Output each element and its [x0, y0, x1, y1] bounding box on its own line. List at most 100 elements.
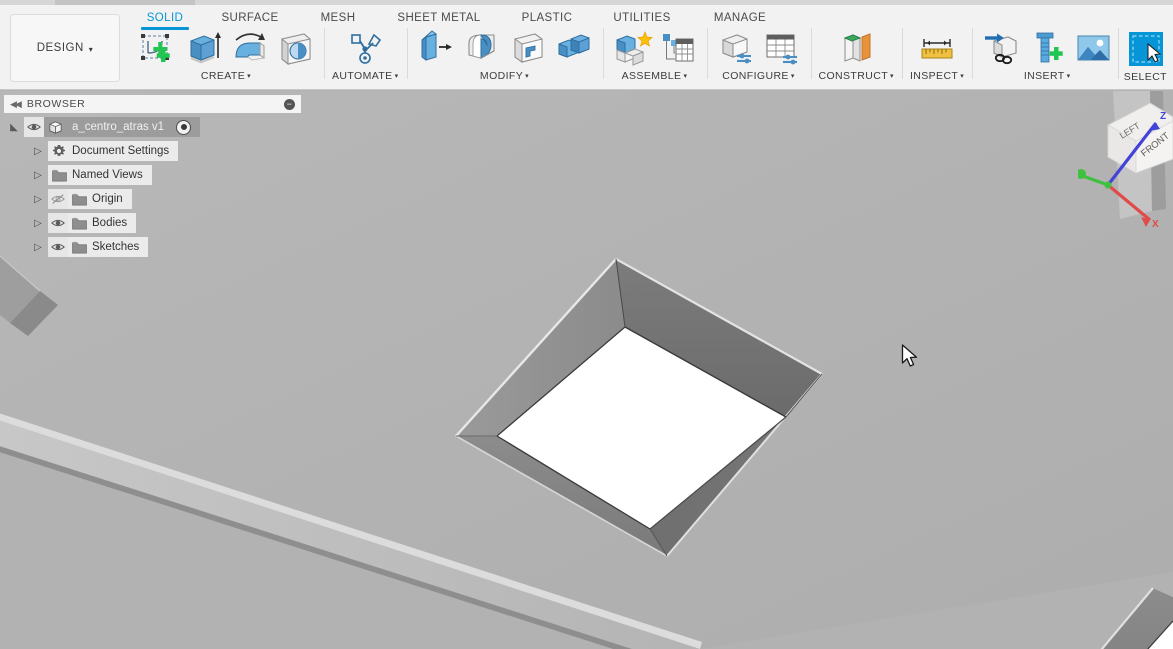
configure-design-icon[interactable]: [715, 27, 757, 69]
panel-construct-icons: [835, 25, 877, 71]
expand-arrow-root[interactable]: ◣: [4, 122, 24, 133]
measure-icon[interactable]: [916, 27, 958, 69]
expand-arrow[interactable]: ▷: [28, 170, 48, 181]
panel-automate: AUTOMATE ▾: [324, 25, 407, 89]
panel-label-text: CONFIGURE: [722, 70, 789, 82]
browser-node-label: Document Settings: [72, 145, 170, 157]
shell-icon[interactable]: [507, 27, 549, 69]
panel-select-icons: [1124, 25, 1166, 71]
ribbon-tab-label: SHEET METAL: [397, 12, 481, 24]
visibility-toggle-root[interactable]: [24, 117, 44, 137]
automate-icon[interactable]: [344, 27, 386, 69]
browser-header: ◀◀ BROWSER −: [4, 95, 301, 113]
panel-inspect: INSPECT ▾: [901, 25, 972, 89]
view-cube[interactable]: LEFT FRONT Z X: [1076, 95, 1173, 230]
panel-inspect-label[interactable]: INSPECT ▾: [910, 70, 964, 82]
expand-arrow[interactable]: ▷: [28, 218, 48, 229]
panel-modify: MODIFY ▾: [406, 25, 603, 89]
browser-root-label: a_centro_atras v1: [72, 121, 165, 133]
visibility-toggle[interactable]: [48, 213, 68, 233]
panel-configure: CONFIGURE ▾: [706, 25, 811, 89]
revolve-icon[interactable]: [228, 27, 270, 69]
panel-configure-label[interactable]: CONFIGURE ▾: [722, 70, 795, 82]
configuration-table-icon[interactable]: [761, 27, 803, 69]
browser-title: BROWSER: [26, 98, 86, 110]
browser-node-sketches[interactable]: ▷ Sketches: [4, 237, 301, 257]
panel-automate-icons: [344, 25, 386, 71]
chevron-down-icon: ▾: [790, 73, 795, 80]
browser-node-body[interactable]: Named Views: [48, 165, 152, 185]
offset-plane-icon[interactable]: [835, 27, 877, 69]
panel-assemble-icons: [611, 25, 699, 71]
workspace-design-button[interactable]: DESIGN ▾: [10, 14, 120, 82]
panel-label-text: INSPECT: [909, 70, 959, 82]
folder-icon: [68, 217, 90, 230]
folder-icon: [48, 169, 70, 182]
combine-icon[interactable]: [553, 27, 595, 69]
visibility-toggle[interactable]: [48, 189, 68, 209]
browser-node-body[interactable]: Document Settings: [48, 141, 179, 161]
panel-create: CREATE ▾: [128, 25, 324, 89]
axis-label-x: X: [1152, 219, 1159, 230]
panel-create-label[interactable]: CREATE ▾: [201, 70, 251, 82]
visibility-toggle[interactable]: [48, 237, 68, 257]
panel-assemble-label[interactable]: ASSEMBLE ▾: [622, 70, 688, 82]
panel-modify-icons: [415, 25, 595, 71]
folder-icon: [68, 241, 90, 254]
chevron-down-icon: ▾: [88, 44, 94, 54]
chevron-down-icon: ▾: [890, 73, 894, 80]
browser-node-label: Sketches: [92, 241, 140, 253]
ribbon-tab-label: PLASTIC: [521, 12, 573, 24]
ribbon-panels: CREATE ▾ AUTOMATE ▾ MODIFY ▾ ASSEMBLE ▾ …: [128, 25, 1122, 90]
new-component-icon[interactable]: [611, 27, 653, 69]
expand-arrow[interactable]: ▷: [28, 194, 48, 205]
ribbon-tab-label: UTILITIES: [613, 12, 671, 24]
panel-label-text: MODIFY: [479, 70, 524, 82]
panel-label-text: ASSEMBLE: [621, 70, 682, 82]
browser-root-node[interactable]: ◣ a_centro_atras v1: [4, 117, 301, 137]
chevron-down-icon: ▾: [394, 73, 399, 80]
press-pull-icon[interactable]: [415, 27, 457, 69]
select-window-icon[interactable]: [1124, 27, 1166, 69]
chevron-down-icon: ▾: [960, 73, 965, 80]
panel-automate-label[interactable]: AUTOMATE ▾: [332, 70, 399, 82]
panel-modify-label[interactable]: MODIFY ▾: [480, 70, 529, 82]
ribbon-tab-label: SOLID: [146, 12, 184, 24]
panel-construct-label[interactable]: CONSTRUCT ▾: [819, 70, 894, 82]
create-sketch-icon[interactable]: [136, 27, 178, 69]
gear-icon: [48, 144, 70, 158]
browser-node-bodies[interactable]: ▷ Bodies: [4, 213, 301, 233]
browser-node-label: Bodies: [92, 217, 128, 229]
browser-node-label: Named Views: [72, 169, 143, 181]
ribbon-tab-label: MESH: [320, 12, 356, 24]
x-axis: [1106, 183, 1152, 222]
insert-mcmaster-icon[interactable]: [1026, 27, 1068, 69]
bill-of-materials-icon[interactable]: [657, 27, 699, 69]
minimize-icon[interactable]: −: [284, 98, 295, 110]
browser-node-named-views[interactable]: ▷ Named Views: [4, 165, 301, 185]
chevron-down-icon: ▾: [1066, 73, 1071, 80]
axis-label-z: Z: [1160, 111, 1166, 122]
insert-derive-icon[interactable]: [980, 27, 1022, 69]
browser-node-body[interactable]: Bodies: [68, 213, 137, 233]
extrude-icon[interactable]: [182, 27, 224, 69]
browser-root-body[interactable]: a_centro_atras v1: [44, 117, 201, 137]
panel-create-icons: [136, 25, 316, 71]
browser-node-document-settings[interactable]: ▷ Document Settings: [4, 141, 301, 161]
hole-icon[interactable]: [274, 27, 316, 69]
browser-node-body[interactable]: Origin: [68, 189, 132, 209]
folder-icon: [68, 193, 90, 206]
workspace-design-label: DESIGN: [36, 42, 84, 54]
panel-insert-label[interactable]: INSERT ▾: [1024, 70, 1071, 82]
browser-node-body[interactable]: Sketches: [68, 237, 149, 257]
insert-canvas-icon[interactable]: [1072, 27, 1114, 69]
panel-label-text: CREATE: [200, 70, 246, 82]
browser-node-origin[interactable]: ▷ Origin: [4, 189, 301, 209]
fillet-icon[interactable]: [461, 27, 503, 69]
collapse-panel-icon[interactable]: ◀◀: [10, 99, 22, 110]
activate-component-radio[interactable]: [176, 119, 192, 135]
expand-arrow[interactable]: ▷: [28, 242, 48, 253]
expand-arrow[interactable]: ▷: [28, 146, 48, 157]
chevron-down-icon: ▾: [683, 73, 688, 80]
browser-tree: ◣ a_centro_atras v1 ▷ Document Settings …: [4, 117, 301, 257]
